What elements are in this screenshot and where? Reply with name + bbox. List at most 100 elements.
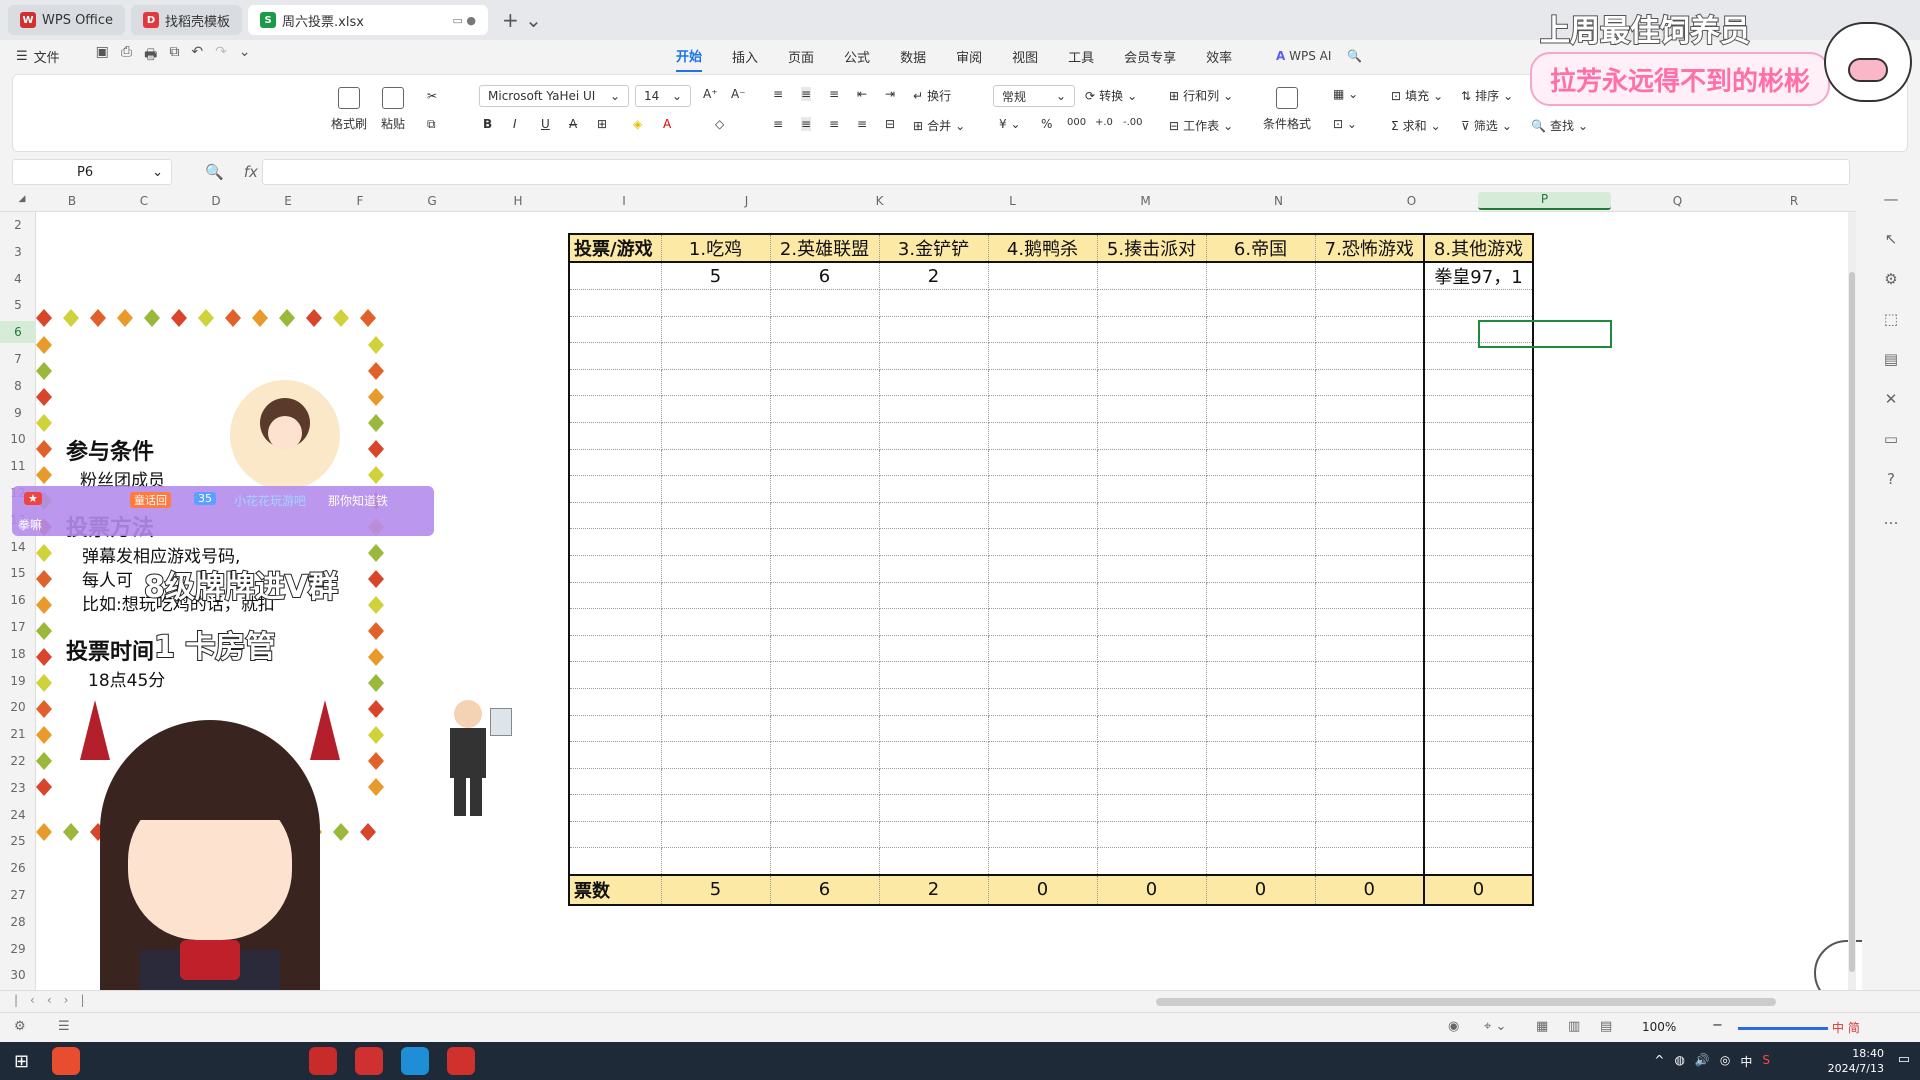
empty-cell[interactable] xyxy=(878,714,989,743)
empty-cell[interactable] xyxy=(878,554,989,583)
empty-cell[interactable] xyxy=(660,501,771,530)
row-col-button[interactable]: ⊞ 行和列 ⌄ xyxy=(1169,87,1233,104)
empty-cell[interactable] xyxy=(568,475,662,503)
empty-cell[interactable] xyxy=(987,315,1098,344)
empty-cell[interactable] xyxy=(660,554,771,583)
empty-cell[interactable] xyxy=(987,714,1098,743)
empty-cell[interactable] xyxy=(568,528,662,556)
font-size-select[interactable]: 14 ⌄ xyxy=(635,85,691,107)
number-format-select[interactable]: 常规 ⌄ xyxy=(993,85,1075,107)
empty-cell[interactable] xyxy=(769,528,880,556)
new-tab-icon[interactable]: + ⌄ xyxy=(494,8,550,32)
empty-cell[interactable] xyxy=(1096,661,1207,689)
empty-cell[interactable] xyxy=(660,634,771,663)
empty-cell[interactable] xyxy=(660,342,771,370)
empty-cell[interactable] xyxy=(878,847,989,876)
empty-cell[interactable] xyxy=(1314,315,1425,344)
distribute-icon[interactable]: ⊟ xyxy=(885,117,895,131)
volume-icon[interactable]: 🔊 xyxy=(1695,1053,1710,1070)
empty-cell[interactable] xyxy=(1096,342,1207,370)
scrollbar-thumb[interactable] xyxy=(1849,272,1855,972)
empty-cell[interactable] xyxy=(1314,528,1425,556)
empty-cell[interactable] xyxy=(1205,289,1316,317)
tab-review[interactable]: 审阅 xyxy=(956,40,982,72)
empty-cell[interactable] xyxy=(568,554,662,583)
vote-cell[interactable]: 5 xyxy=(660,261,771,290)
empty-cell[interactable] xyxy=(769,501,880,530)
wps-ai-button[interactable]: A WPS AI xyxy=(1276,49,1331,63)
empty-cell[interactable] xyxy=(1423,820,1534,849)
row-header[interactable]: 3 xyxy=(0,241,36,263)
table-style-icon[interactable]: ▦ ⌄ xyxy=(1333,87,1358,101)
header-cell-game[interactable]: 5.揍击派对 xyxy=(1096,233,1207,263)
empty-cell[interactable] xyxy=(1205,687,1316,716)
total-label[interactable]: 票数 xyxy=(568,873,662,906)
empty-cell[interactable] xyxy=(878,741,989,769)
ime-tray[interactable]: 中 xyxy=(1740,1053,1752,1070)
empty-cell[interactable] xyxy=(1096,794,1207,822)
book-icon[interactable]: ▭ xyxy=(1884,430,1898,448)
empty-cell[interactable] xyxy=(987,289,1098,317)
vote-cell[interactable] xyxy=(1096,261,1207,290)
empty-cell[interactable] xyxy=(660,448,771,477)
empty-cell[interactable] xyxy=(1423,528,1534,556)
empty-cell[interactable] xyxy=(769,687,880,716)
app-icon-3[interactable] xyxy=(355,1047,384,1075)
strikethrough-icon[interactable]: A xyxy=(569,117,577,131)
empty-cell[interactable] xyxy=(1205,581,1316,610)
print-preview-icon[interactable]: ⎙ xyxy=(121,44,132,68)
tray-chevron-icon[interactable]: ^ xyxy=(1654,1053,1664,1070)
header-cell-game[interactable]: 3.金铲铲 xyxy=(878,233,989,263)
empty-cell[interactable] xyxy=(660,687,771,716)
empty-cell[interactable] xyxy=(1314,554,1425,583)
vote-cell[interactable] xyxy=(568,261,662,290)
function-icon[interactable]: fx xyxy=(244,163,258,181)
empty-cell[interactable] xyxy=(568,767,662,796)
row-header[interactable]: 29 xyxy=(0,938,36,960)
search-icon[interactable]: 🔍 xyxy=(1347,49,1362,63)
empty-cell[interactable] xyxy=(1423,794,1534,822)
empty-cell[interactable] xyxy=(1205,767,1316,796)
header-cell-label[interactable]: 投票/游戏 xyxy=(568,233,662,263)
empty-cell[interactable] xyxy=(660,368,771,397)
empty-cell[interactable] xyxy=(1314,501,1425,530)
more-icon[interactable]: ⌄ xyxy=(239,44,251,68)
empty-cell[interactable] xyxy=(878,475,989,503)
empty-cell[interactable] xyxy=(1205,608,1316,636)
justify-icon[interactable]: ≡ xyxy=(857,117,867,131)
vote-cell[interactable] xyxy=(1314,261,1425,290)
normal-view-icon[interactable]: ▦ xyxy=(1536,1019,1548,1034)
empty-cell[interactable] xyxy=(1314,794,1425,822)
column-header-p[interactable]: P xyxy=(1478,192,1611,210)
empty-cell[interactable] xyxy=(1423,421,1534,450)
empty-cell[interactable] xyxy=(1205,368,1316,397)
empty-cell[interactable] xyxy=(769,448,880,477)
empty-cell[interactable] xyxy=(769,794,880,822)
total-cell[interactable]: 5 xyxy=(660,873,771,906)
total-cell[interactable]: 0 xyxy=(987,873,1098,906)
empty-cell[interactable] xyxy=(1314,421,1425,450)
empty-cell[interactable] xyxy=(878,820,989,849)
empty-cell[interactable] xyxy=(1205,741,1316,769)
empty-cell[interactable] xyxy=(1096,554,1207,583)
empty-cell[interactable] xyxy=(660,820,771,849)
empty-cell[interactable] xyxy=(769,741,880,769)
macro-icon[interactable]: ⚙ xyxy=(14,1019,26,1034)
empty-cell[interactable] xyxy=(1314,741,1425,769)
empty-cell[interactable] xyxy=(660,661,771,689)
currency-icon[interactable]: ¥ ⌄ xyxy=(999,117,1021,131)
empty-cell[interactable] xyxy=(568,608,662,636)
empty-cell[interactable] xyxy=(660,581,771,610)
column-header-n[interactable]: N xyxy=(1212,194,1345,208)
empty-cell[interactable] xyxy=(568,342,662,370)
empty-cell[interactable] xyxy=(568,847,662,876)
empty-cell[interactable] xyxy=(1423,687,1534,716)
tab-formula[interactable]: 公式 xyxy=(844,40,870,72)
empty-cell[interactable] xyxy=(660,475,771,503)
empty-cell[interactable] xyxy=(660,794,771,822)
empty-cell[interactable] xyxy=(987,342,1098,370)
chart-icon[interactable]: ▤ xyxy=(1884,350,1898,368)
empty-cell[interactable] xyxy=(1423,368,1534,397)
empty-cell[interactable] xyxy=(769,554,880,583)
sheet-nav-arrows-icon[interactable]: |‹‹›| xyxy=(14,993,96,1007)
